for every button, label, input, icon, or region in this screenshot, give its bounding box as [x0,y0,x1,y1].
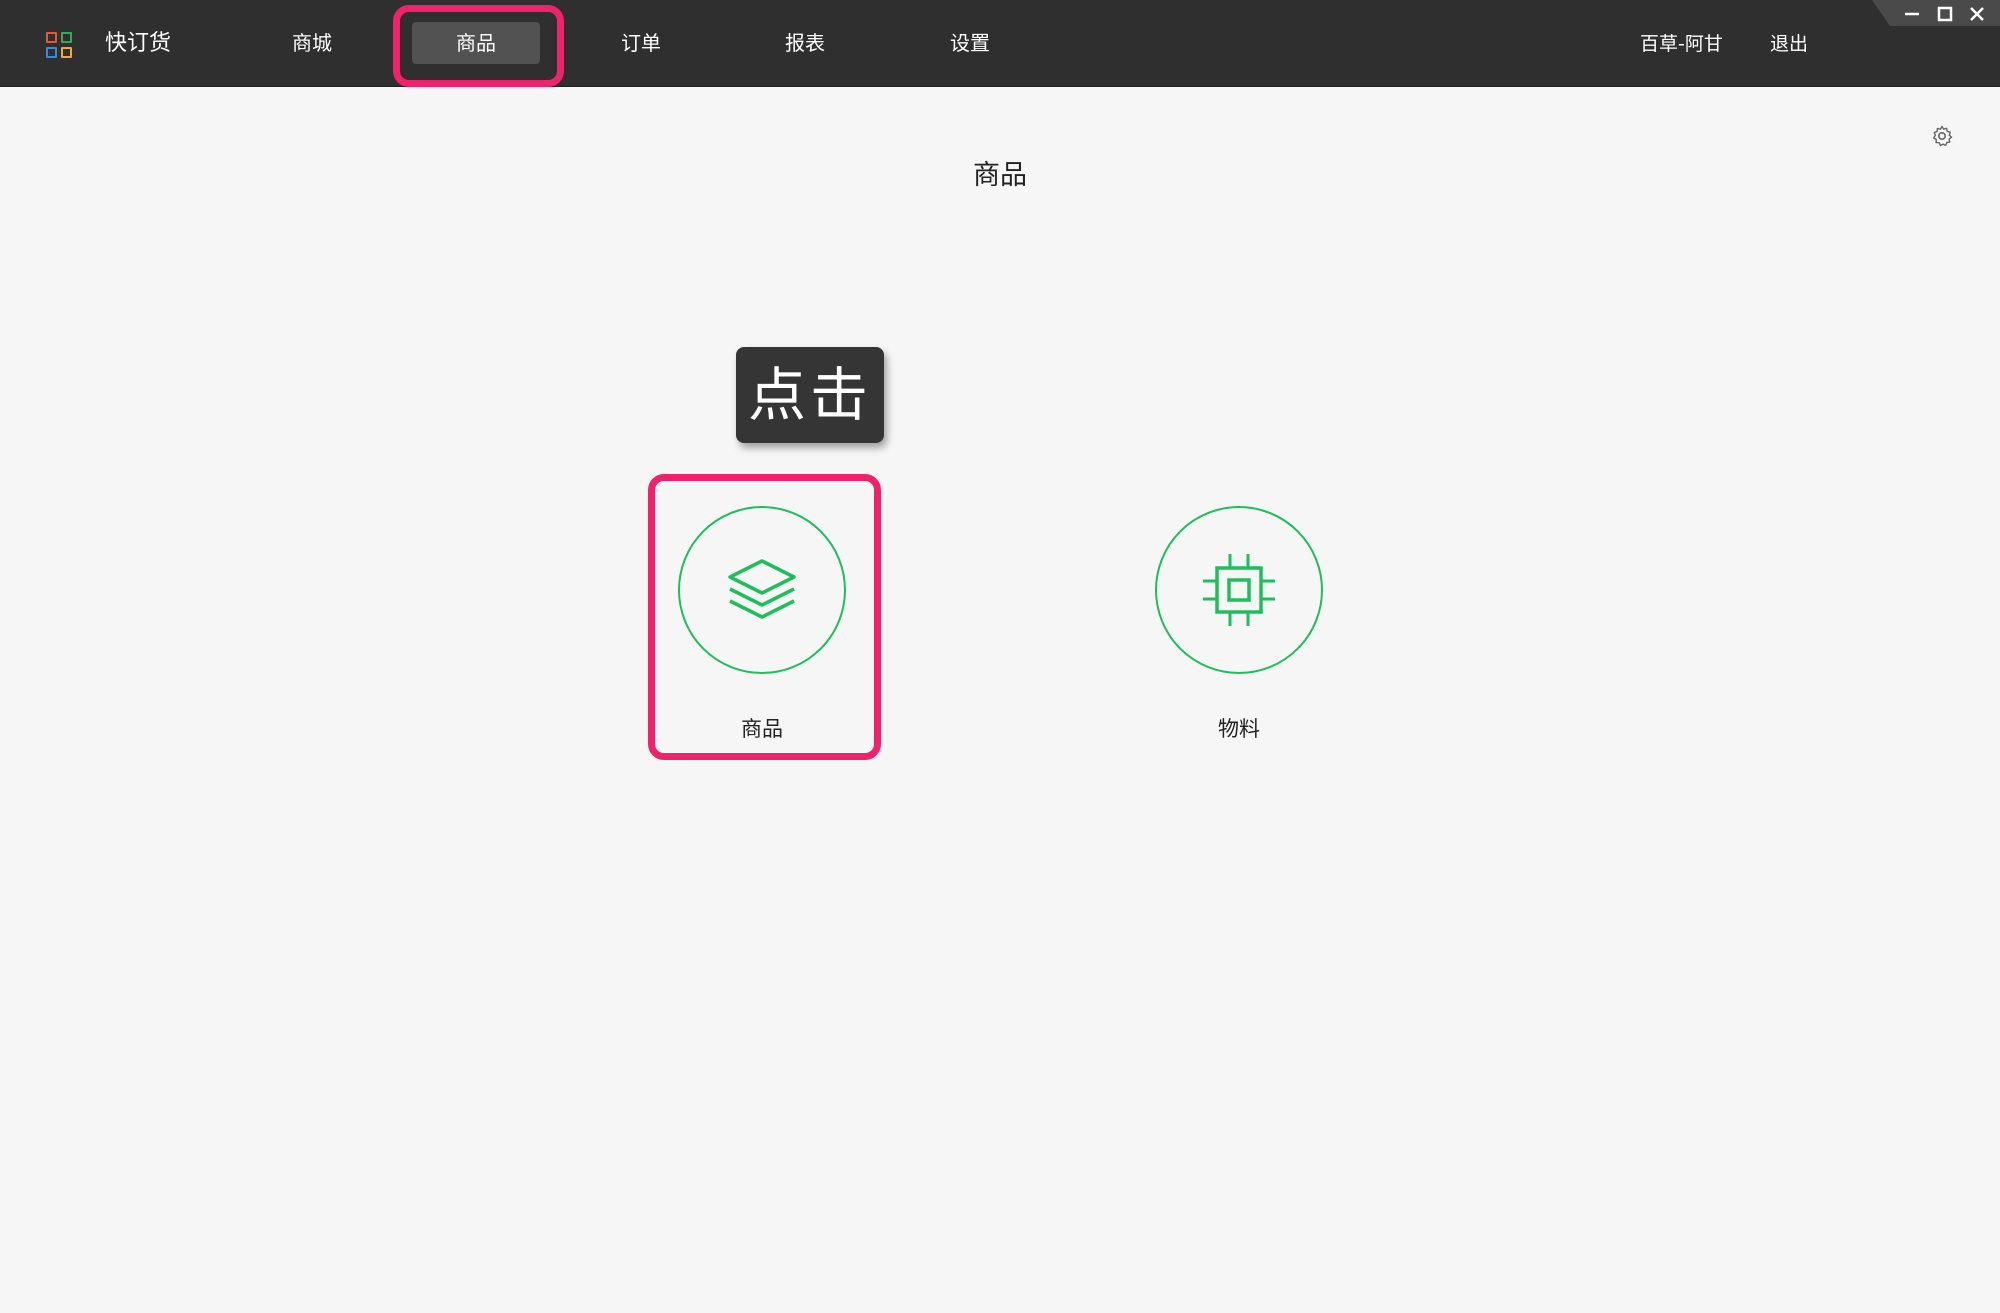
tile-materials-label: 物料 [1218,717,1260,741]
chip-icon [1203,554,1275,626]
layers-icon [728,559,796,619]
current-user-name: 百草-阿甘 [1640,33,1723,55]
gear-icon[interactable] [1930,124,1954,148]
tile-materials-circle [1155,506,1323,674]
nav-item-settings[interactable]: 设置 [930,22,1010,64]
tile-products-circle [678,506,846,674]
minimize-icon[interactable] [1900,2,1924,26]
logout-button[interactable]: 退出 [1770,28,1808,60]
app-logo-icon [46,32,72,58]
page-title: 商品 [973,160,1027,191]
nav-item-mall[interactable]: 商城 [272,22,352,64]
click-hint-tooltip: 点击 [736,347,884,443]
tile-products[interactable]: 商品 [678,506,846,746]
nav-item-reports[interactable]: 报表 [765,22,845,64]
tile-products-label: 商品 [741,717,783,741]
tile-materials[interactable]: 物料 [1155,506,1323,746]
close-icon[interactable] [1965,2,1989,26]
app-name: 快订货 [105,31,172,56]
nav-item-products[interactable]: 商品 [412,22,540,64]
top-navigation-bar: 快订货 商城 商品 订单 报表 设置 百草-阿甘 退出 [0,0,2000,87]
maximize-icon[interactable] [1933,2,1957,26]
nav-item-orders[interactable]: 订单 [601,22,681,64]
